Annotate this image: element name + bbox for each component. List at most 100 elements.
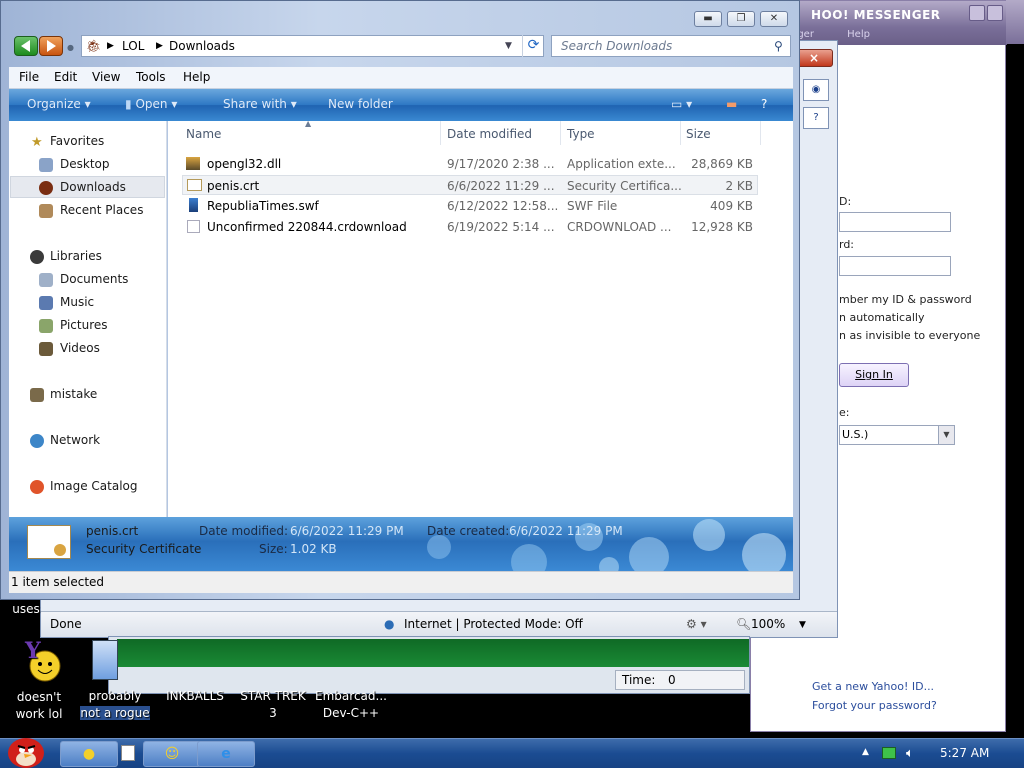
details-file-type: Security Certificate [86, 542, 202, 556]
network-tray-icon[interactable] [882, 747, 896, 759]
menu-help[interactable]: Help [183, 70, 210, 84]
organize-button[interactable]: Organize ▾ [27, 97, 91, 111]
preview-pane-icon[interactable]: ▬ [726, 97, 737, 111]
game-board[interactable] [117, 639, 749, 667]
svg-text:Y: Y [24, 638, 41, 664]
nav-favorites[interactable]: Favorites [50, 134, 104, 148]
yahoo-minimize-button[interactable] [969, 5, 985, 21]
yahoo-smiley-taskbar-icon: ☺ [164, 746, 180, 762]
share-with-button[interactable]: Share with ▾ [223, 97, 297, 111]
column-type[interactable]: Type [567, 127, 595, 141]
table-row[interactable]: opengl32.dll 9/17/2020 2:38 ... Applicat… [182, 154, 758, 174]
sign-in-button[interactable]: Sign In [839, 363, 909, 387]
get-yahoo-id-link[interactable]: Get a new Yahoo! ID... [812, 680, 934, 693]
minimize-button[interactable]: ▬ [694, 11, 722, 27]
column-separator[interactable] [440, 121, 441, 145]
zoom-icon: 🔍︎ [736, 617, 752, 631]
ie-security-zone[interactable]: Internet | Protected Mode: Off [404, 617, 583, 631]
close-button[interactable]: ✕ [760, 11, 788, 27]
yahoo-password-field[interactable] [839, 256, 951, 276]
downloads-bug-icon [39, 181, 53, 195]
maximize-button[interactable]: ❐ [727, 11, 755, 27]
ie-page-icon[interactable]: ◉ [803, 79, 829, 101]
auto-signin-checkbox-label[interactable]: n automatically [839, 311, 924, 324]
table-row[interactable]: Unconfirmed 220844.crdownload 6/19/2022 … [182, 217, 758, 237]
address-bar[interactable]: 🐞︎ ▶ LOL ▶ Downloads ▼ ⟳ [81, 35, 544, 57]
details-size-value: 1.02 KB [290, 542, 337, 556]
column-size[interactable]: Size [686, 127, 711, 141]
column-separator[interactable] [680, 121, 681, 145]
details-modified-value: 6/6/2022 11:29 PM [290, 524, 404, 538]
menu-file[interactable]: File [19, 70, 39, 84]
menu-view[interactable]: View [92, 70, 120, 84]
column-separator[interactable] [560, 121, 561, 145]
ie-help-icon[interactable]: ? [803, 107, 829, 129]
ie-zoom-level[interactable]: 100% [751, 617, 785, 631]
details-created-value: 6/6/2022 11:29 PM [509, 524, 623, 538]
ie-close-button[interactable]: × [795, 49, 833, 67]
protected-mode-icon[interactable]: ⚙ ▾ [686, 617, 707, 631]
open-button[interactable]: ▮ Open ▾ [125, 97, 177, 111]
pictures-icon [39, 319, 53, 333]
search-icon[interactable]: ⚲ [774, 36, 783, 56]
refresh-icon[interactable]: ⟳ [522, 35, 544, 57]
breadcrumb-arrow-icon[interactable]: ▶ [156, 36, 163, 56]
breadcrumb-downloads[interactable]: Downloads [169, 36, 235, 56]
file-name: Unconfirmed 220844.crdownload [207, 220, 407, 234]
forward-button[interactable] [39, 36, 63, 56]
invisible-checkbox-label[interactable]: n as invisible to everyone [839, 329, 980, 342]
nav-pictures[interactable]: Pictures [60, 318, 108, 332]
yahoo-close-button[interactable] [987, 5, 1003, 21]
zoom-chevron-down-icon[interactable]: ▼ [799, 620, 806, 630]
nav-network[interactable]: Network [50, 433, 100, 447]
back-button[interactable] [14, 36, 38, 56]
desktop-icon-inkballs[interactable]: INKBALLS [158, 688, 232, 705]
column-name[interactable]: Name [186, 127, 221, 141]
nav-downloads[interactable]: Downloads [60, 180, 126, 194]
history-dot-icon[interactable]: ● [67, 43, 74, 52]
table-row-selected[interactable]: penis.crt 6/6/2022 11:29 ... Security Ce… [182, 175, 758, 195]
yahoo-menu-help[interactable]: Help [847, 29, 870, 40]
yahoo-id-field[interactable] [839, 212, 951, 232]
column-separator[interactable] [760, 121, 761, 145]
nav-videos[interactable]: Videos [60, 341, 100, 355]
folder-icon: ● [82, 746, 96, 762]
menu-edit[interactable]: Edit [54, 70, 77, 84]
desktop-icon-star-trek[interactable]: STAR TREK 3 [236, 688, 310, 722]
desktop-icon-rogue[interactable]: probably not a rogue [76, 688, 154, 722]
taskbar-clock[interactable]: 5:27 AM [940, 746, 989, 760]
start-button[interactable] [2, 733, 48, 768]
nav-desktop[interactable]: Desktop [60, 157, 110, 171]
chevron-down-icon[interactable]: ▼ [938, 426, 954, 444]
forgot-password-link[interactable]: Forgot your password? [812, 699, 937, 712]
tray-chevron-up-icon[interactable]: ▲ [862, 747, 869, 757]
time-display: Time: 0 [615, 670, 745, 690]
remember-checkbox-label[interactable]: mber my ID & password [839, 293, 972, 306]
taskbar-ie-button[interactable]: e [197, 741, 255, 767]
search-input[interactable]: Search Downloads ⚲ [551, 35, 791, 57]
view-options-icon[interactable]: ▭ ▾ [671, 97, 692, 111]
new-folder-button[interactable]: New folder [328, 97, 393, 111]
column-date-modified[interactable]: Date modified [447, 127, 532, 141]
help-icon[interactable]: ? [761, 97, 767, 111]
file-size: 409 KB [710, 199, 753, 213]
nav-music[interactable]: Music [60, 295, 94, 309]
image-catalog-icon [30, 480, 44, 494]
nav-mistake[interactable]: mistake [50, 387, 97, 401]
volume-icon[interactable]: 🔈︎ [906, 746, 914, 761]
language-select[interactable]: U.S.) ▼ [839, 425, 955, 445]
nav-image-catalog[interactable]: Image Catalog [50, 479, 137, 493]
breadcrumb-arrow-icon[interactable]: ▶ [107, 36, 114, 56]
menu-tools[interactable]: Tools [136, 70, 166, 84]
taskbar-yahoo-button[interactable]: ☺ [143, 741, 201, 767]
desktop-icon-devcpp[interactable]: Embarcad... Dev-C++ [312, 688, 390, 722]
address-chevron-down-icon[interactable]: ▼ [505, 36, 512, 56]
desktop-icon-yahoo[interactable]: Y doesn't work lol [4, 636, 74, 723]
breadcrumb-lol[interactable]: LOL [122, 36, 144, 56]
nav-recent-places[interactable]: Recent Places [60, 203, 143, 217]
desktop-icon-uses[interactable]: uses [6, 601, 46, 618]
nav-documents[interactable]: Documents [60, 272, 128, 286]
nav-libraries[interactable]: Libraries [50, 249, 102, 263]
rogue-installer-icon[interactable] [92, 640, 118, 680]
table-row[interactable]: RepubliaTimes.swf 6/12/2022 12:58... SWF… [182, 196, 758, 216]
